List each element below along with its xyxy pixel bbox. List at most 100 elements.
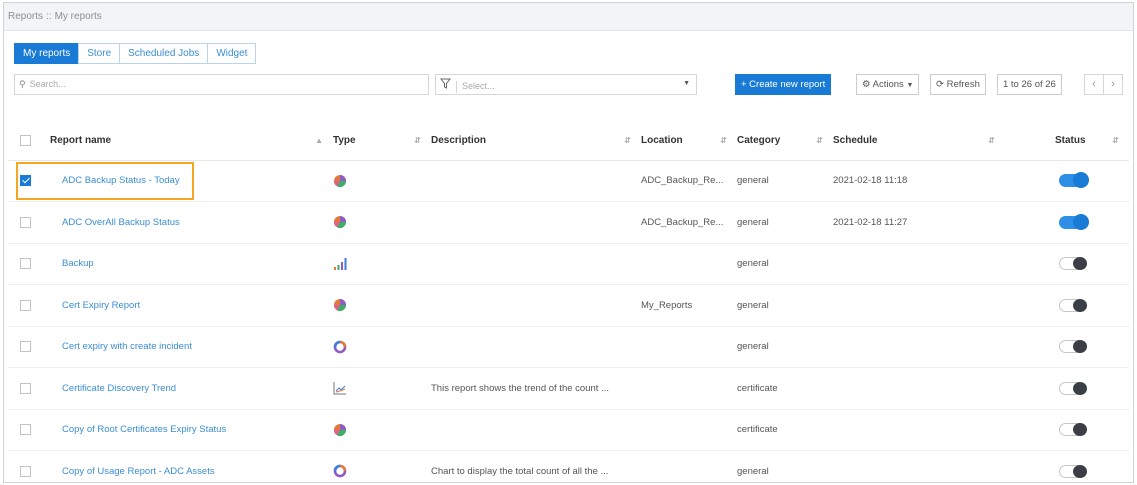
- column-header-status[interactable]: Status ⇵: [1005, 122, 1129, 161]
- status-cell: [1005, 326, 1129, 368]
- pagination-nav: ‹ ›: [1084, 74, 1123, 95]
- location-cell: [641, 326, 737, 368]
- sort-icon[interactable]: ⇵: [414, 136, 421, 145]
- row-checkbox[interactable]: [20, 465, 31, 477]
- row-checkbox[interactable]: [20, 216, 31, 228]
- row-checkbox[interactable]: [20, 258, 31, 270]
- breadcrumb-separator: ::: [46, 11, 52, 22]
- table-row[interactable]: Cert Expiry Report My_Reports general: [8, 284, 1129, 327]
- status-toggle[interactable]: [1059, 464, 1087, 478]
- type-cell: [333, 409, 431, 451]
- schedule-cell: 2021-02-18 11:18: [833, 160, 1005, 202]
- pagination-count: 1 to 26 of 26: [997, 74, 1062, 95]
- location-cell: ADC_Backup_Re...: [641, 201, 737, 244]
- row-checkbox[interactable]: [20, 424, 31, 436]
- category-cell: general: [737, 450, 833, 482]
- sort-icon[interactable]: ⇵: [624, 136, 631, 145]
- location-cell: My_Reports: [641, 284, 737, 327]
- column-header-report-name[interactable]: Report name ▲: [50, 122, 333, 161]
- chevron-down-icon: ▼: [683, 80, 690, 87]
- tab-my-reports[interactable]: My reports: [14, 43, 80, 64]
- actions-button[interactable]: ⚙ Actions ▼: [856, 74, 920, 95]
- column-header-schedule[interactable]: Schedule ⇵: [833, 122, 1005, 161]
- report-name-link[interactable]: Copy of Root Certificates Expiry Status: [62, 424, 226, 435]
- search-icon: ⚲: [19, 79, 26, 89]
- status-cell: [1005, 160, 1129, 202]
- sort-asc-icon[interactable]: ▲: [315, 136, 323, 145]
- type-cell: [333, 367, 431, 410]
- report-name-link[interactable]: Copy of Usage Report - ADC Assets: [62, 466, 215, 477]
- column-header-category[interactable]: Category ⇵: [737, 122, 833, 161]
- row-checkbox[interactable]: [20, 299, 31, 311]
- column-header-location[interactable]: Location ⇵: [641, 122, 737, 161]
- create-new-report-button[interactable]: + Create new report: [735, 74, 832, 95]
- breadcrumb-root[interactable]: Reports: [8, 11, 43, 22]
- category-cell: general: [737, 284, 833, 327]
- sort-icon[interactable]: ⇵: [816, 136, 823, 145]
- status-toggle[interactable]: [1059, 381, 1087, 395]
- select-all-checkbox[interactable]: [20, 135, 31, 147]
- table-header-row: Report name ▲ Type ⇵ Description ⇵ Location…: [8, 122, 1129, 161]
- status-cell: [1005, 450, 1129, 482]
- location-cell: [641, 243, 737, 285]
- next-page-icon[interactable]: ›: [1103, 74, 1123, 95]
- pie-chart-icon: [333, 215, 347, 229]
- column-header-description[interactable]: Description ⇵: [431, 122, 641, 161]
- column-header-type[interactable]: Type ⇵: [333, 122, 431, 161]
- status-toggle[interactable]: [1059, 172, 1089, 189]
- status-toggle[interactable]: [1059, 340, 1087, 354]
- tab-scheduled-jobs[interactable]: Scheduled Jobs: [119, 43, 209, 64]
- row-select-cell: [8, 243, 50, 285]
- row-select-cell: [8, 201, 50, 244]
- report-name-link[interactable]: ADC OverAll Backup Status: [62, 217, 180, 228]
- category-cell: general: [737, 326, 833, 368]
- table-row[interactable]: ADC OverAll Backup Status ADC_Backup_Re..…: [8, 201, 1129, 244]
- search-input[interactable]: ⚲ Search...: [14, 74, 429, 95]
- schedule-cell: 2021-02-18 11:27: [833, 201, 1005, 244]
- report-name-link[interactable]: Cert Expiry Report: [62, 300, 140, 311]
- description-cell: [431, 409, 641, 451]
- schedule-cell: [833, 284, 1005, 327]
- row-select-cell: [8, 326, 50, 368]
- select-all-cell: [8, 122, 50, 161]
- sort-icon[interactable]: ⇵: [720, 136, 727, 145]
- row-select-cell: [8, 409, 50, 451]
- pie-chart-icon: [333, 174, 347, 188]
- status-cell: [1005, 367, 1129, 410]
- category-cell: general: [737, 201, 833, 244]
- filter-select[interactable]: Select... ▼: [435, 74, 697, 95]
- column-label: Description: [431, 135, 487, 147]
- status-toggle[interactable]: [1059, 257, 1087, 271]
- pie-chart-icon: [333, 423, 347, 437]
- row-checkbox[interactable]: [20, 341, 31, 353]
- table-row[interactable]: Copy of Usage Report - ADC Assets Chart t…: [8, 450, 1129, 482]
- table-row[interactable]: Copy of Root Certificates Expiry Status c…: [8, 409, 1129, 451]
- refresh-button[interactable]: ⟳ Refresh: [930, 74, 986, 95]
- sort-icon[interactable]: ⇵: [1112, 136, 1119, 145]
- schedule-cell: [833, 367, 1005, 410]
- sort-icon[interactable]: ⇵: [988, 136, 995, 145]
- table-row[interactable]: Cert expiry with create incident general: [8, 326, 1129, 368]
- prev-page-icon[interactable]: ‹: [1084, 74, 1104, 95]
- location-cell: ADC_Backup_Re...: [641, 160, 737, 202]
- status-toggle[interactable]: [1059, 213, 1089, 230]
- tab-store[interactable]: Store: [78, 43, 121, 64]
- status-toggle[interactable]: [1059, 298, 1087, 312]
- schedule-cell: [833, 326, 1005, 368]
- report-name-link[interactable]: Cert expiry with create incident: [62, 341, 192, 352]
- report-name-link[interactable]: Certificate Discovery Trend: [62, 383, 176, 394]
- status-toggle[interactable]: [1059, 423, 1087, 437]
- report-name-link[interactable]: ADC Backup Status - Today: [62, 175, 180, 186]
- reports-page: Reports:: My reports My reports Store Sch…: [3, 2, 1134, 483]
- table-row[interactable]: ADC Backup Status - Today ADC_Backup_Re..…: [8, 160, 1129, 202]
- table-row[interactable]: Certificate Discovery Trend This report s…: [8, 367, 1129, 410]
- report-name-link[interactable]: Backup: [62, 258, 94, 269]
- type-cell: [333, 160, 431, 202]
- tab-widget[interactable]: Widget: [207, 43, 257, 64]
- category-cell: certificate: [737, 367, 833, 410]
- row-checkbox[interactable]: [20, 175, 31, 187]
- row-select-cell: [8, 450, 50, 482]
- table-row[interactable]: Backup general: [8, 243, 1129, 285]
- row-checkbox[interactable]: [20, 382, 31, 394]
- funnel-icon: [439, 78, 453, 91]
